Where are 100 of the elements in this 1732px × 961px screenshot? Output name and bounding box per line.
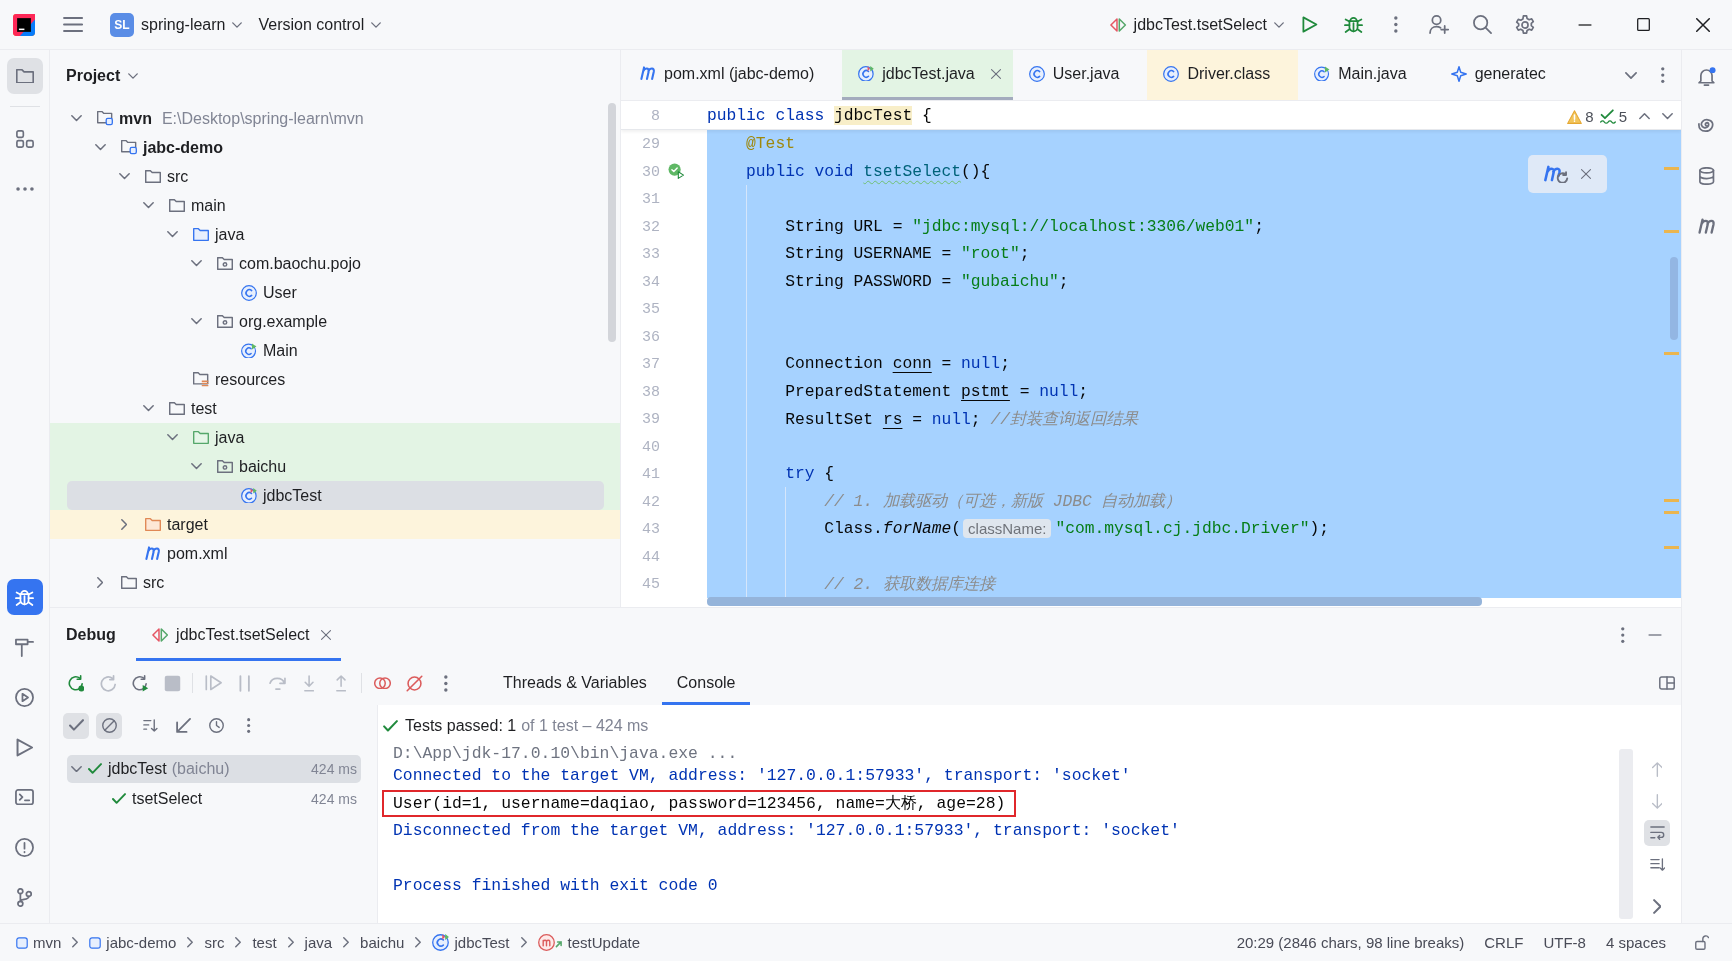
chevron-down-icon[interactable] <box>142 202 154 209</box>
tree-item[interactable]: baichu <box>67 452 604 481</box>
panel-title: Debug <box>66 625 116 644</box>
breadcrumb[interactable]: test <box>252 934 277 951</box>
view-tab[interactable]: Threads & Variables <box>488 661 662 705</box>
breadcrumb[interactable]: java <box>304 934 333 951</box>
settings-icon <box>1515 14 1535 35</box>
tree-item[interactable]: User <box>67 278 604 307</box>
console-tool-button[interactable] <box>1644 820 1670 846</box>
chevron-down-icon[interactable] <box>190 318 202 325</box>
editor-tab[interactable]: Driver.class <box>1147 50 1299 100</box>
chevron-down-icon[interactable] <box>1662 113 1673 120</box>
test-passed-icon[interactable] <box>668 163 684 180</box>
chevron-up-icon[interactable] <box>1639 113 1650 120</box>
line-number: 33 <box>642 246 660 264</box>
database-icon <box>1699 167 1715 185</box>
show-ignored-toggle[interactable] <box>96 712 122 739</box>
breadcrumb[interactable]: baichu <box>360 934 405 951</box>
chevron-right-icon[interactable] <box>96 577 104 588</box>
session-tab[interactable]: jdbcTest.tsetSelect <box>135 608 342 661</box>
tree-item[interactable]: src <box>67 568 604 597</box>
layout-icon <box>1659 676 1675 690</box>
add-user-icon <box>1429 15 1449 34</box>
tree-item[interactable]: Main <box>67 336 604 365</box>
editor-tab[interactable]: jdbcTest.java <box>842 50 1013 100</box>
line-separator[interactable]: CRLF <box>1474 927 1534 958</box>
test-class-icon <box>241 487 257 504</box>
chevron-right-icon <box>235 937 242 948</box>
warnings-counter[interactable]: 8 <box>1567 108 1594 125</box>
test-item[interactable]: jdbcTest (baichu) 424 ms <box>67 755 361 783</box>
tree-item[interactable]: com.baochu.pojo <box>67 249 604 278</box>
test-item[interactable]: tsetSelect 424 ms <box>67 785 361 813</box>
editor-tab[interactable]: User.java <box>1012 50 1148 100</box>
tool-window-button[interactable] <box>6 58 43 94</box>
close-icon[interactable] <box>321 629 332 640</box>
caret-position[interactable]: 20:29 (2846 chars, 98 line breaks) <box>1226 927 1475 958</box>
breadcrumb[interactable]: src <box>204 934 225 951</box>
line-number: 29 <box>642 136 660 154</box>
tree-item[interactable]: test <box>67 394 604 423</box>
passed-counter[interactable]: 5 <box>1599 108 1627 125</box>
chevron-right-icon[interactable] <box>120 519 128 530</box>
duration-label: 424 ms <box>311 791 357 807</box>
more-icon <box>15 187 34 191</box>
step-out-icon <box>335 674 347 692</box>
chevron-down-icon[interactable] <box>118 173 130 180</box>
breadcrumb[interactable]: testUpdate <box>537 934 641 951</box>
line-number: 38 <box>642 383 660 401</box>
breadcrumb[interactable]: mvn <box>16 934 62 951</box>
editor-tab[interactable]: Main.java <box>1298 50 1435 100</box>
editor-tab[interactable]: pom.xml (jabc-demo) <box>624 50 843 100</box>
chevron-down-icon[interactable] <box>166 434 178 441</box>
project-view-selector[interactable]: Project <box>58 57 147 94</box>
show-passed-toggle[interactable] <box>63 712 89 739</box>
breadcrumb[interactable]: jdbcTest <box>432 934 510 951</box>
play-circle-icon <box>15 687 34 707</box>
tree-item[interactable]: src <box>67 162 604 191</box>
chevron-down-icon[interactable] <box>166 231 178 238</box>
tree-item[interactable]: java <box>67 423 604 452</box>
tree-item[interactable]: jdbcTest <box>67 481 604 510</box>
run-config-selector[interactable]: jdbcTest.tsetSelect <box>1102 6 1292 43</box>
scrollbar-thumb[interactable] <box>1670 257 1678 340</box>
tree-item[interactable]: org.example <box>67 307 604 336</box>
menu-icon <box>62 17 84 32</box>
scrollbar-thumb[interactable] <box>608 103 616 342</box>
tree-item[interactable]: main <box>67 191 604 220</box>
m-refresh-icon[interactable] <box>1543 165 1570 183</box>
line-number: 34 <box>642 273 660 291</box>
chevron-down-icon[interactable] <box>70 765 82 773</box>
folder-icon <box>145 518 161 531</box>
class-play-icon <box>1314 65 1331 82</box>
search-icon <box>1472 15 1492 34</box>
caret-icon <box>1274 21 1284 28</box>
chevron-down-icon[interactable] <box>94 144 106 151</box>
m-icon <box>1698 217 1716 235</box>
editor-tab[interactable]: generatec <box>1434 50 1574 100</box>
scrollbar-thumb[interactable] <box>707 597 1482 606</box>
tree-item[interactable]: java <box>67 220 604 249</box>
indent-setting[interactable]: 4 spaces <box>1595 927 1676 958</box>
terminal-icon <box>15 788 34 806</box>
tree-item[interactable]: mvn E:\Desktop\spring-learn\mvn <box>67 104 604 133</box>
clock-icon <box>208 718 224 733</box>
breadcrumb[interactable]: jabc-demo <box>89 934 177 951</box>
tree-item[interactable]: target <box>67 510 604 539</box>
project-switcher[interactable]: SL spring-learn <box>102 6 251 43</box>
chevron-down-icon[interactable] <box>70 115 82 122</box>
bug-icon <box>1343 15 1363 34</box>
tree-item[interactable]: jabc-demo <box>67 133 604 162</box>
file-encoding[interactable]: UTF-8 <box>1533 927 1596 958</box>
close-icon[interactable] <box>1581 169 1591 179</box>
chevron-down-icon[interactable] <box>190 260 202 267</box>
tree-item[interactable]: resources <box>67 365 604 394</box>
chevron-down-icon[interactable] <box>142 405 154 412</box>
close-icon[interactable] <box>990 68 1001 79</box>
tree-item[interactable]: pom.xml <box>67 539 604 568</box>
chevron-down-icon[interactable] <box>190 463 202 470</box>
folder-icon <box>193 431 209 444</box>
play-icon <box>1302 16 1318 33</box>
app-logo-icon <box>13 13 35 36</box>
tool-window-button[interactable] <box>6 579 43 615</box>
vcs-menu[interactable]: Version control <box>250 6 390 43</box>
